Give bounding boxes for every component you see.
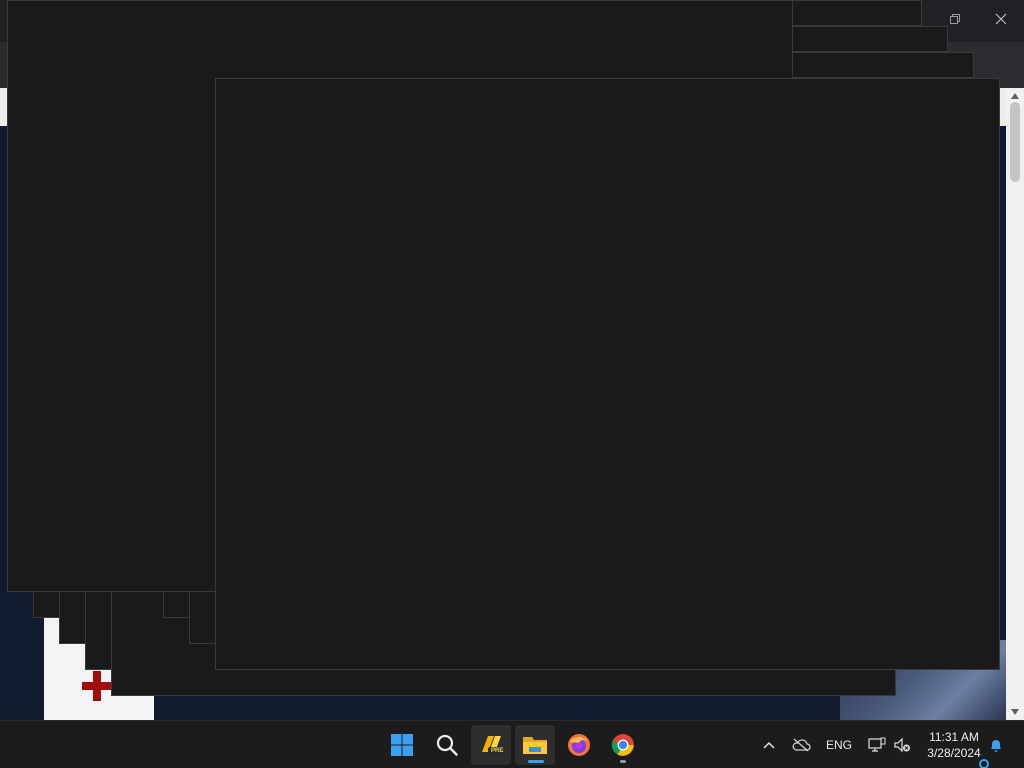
page-scrollbar[interactable] xyxy=(1006,88,1024,720)
close-icon[interactable] xyxy=(990,8,1012,30)
folder-icon[interactable] xyxy=(515,725,555,765)
active-indicator xyxy=(528,760,544,763)
red-cross-icon xyxy=(82,671,112,701)
front-dark-window[interactable] xyxy=(215,78,1000,670)
language-indicator[interactable]: ENG xyxy=(823,733,855,757)
app-pre-badge: PRE xyxy=(491,748,504,754)
volume-muted-icon[interactable] xyxy=(892,733,912,757)
chrome-icon[interactable] xyxy=(603,725,643,765)
network-icon[interactable] xyxy=(866,733,888,757)
clock-time: 11:31 AM xyxy=(929,730,979,744)
scroll-thumb[interactable] xyxy=(1010,102,1020,182)
app-pre-icon[interactable]: PRE xyxy=(471,725,511,765)
cursor-search-icon xyxy=(976,757,990,768)
notification-bell-icon[interactable] xyxy=(986,733,1006,757)
taskbar: PRE ENG 11:31 AM 3/28/2024 xyxy=(0,720,1024,768)
stacked-window[interactable] xyxy=(792,52,974,78)
search-icon[interactable] xyxy=(427,725,467,765)
running-indicator xyxy=(620,760,626,763)
windows-start-icon[interactable] xyxy=(382,725,422,765)
scroll-down-icon[interactable] xyxy=(1006,704,1024,720)
firefox-icon[interactable] xyxy=(559,725,599,765)
onedrive-offline-icon[interactable] xyxy=(790,733,812,757)
stacked-window[interactable] xyxy=(792,0,922,26)
stacked-window[interactable] xyxy=(792,26,948,52)
chevron-up-icon[interactable] xyxy=(760,733,778,757)
